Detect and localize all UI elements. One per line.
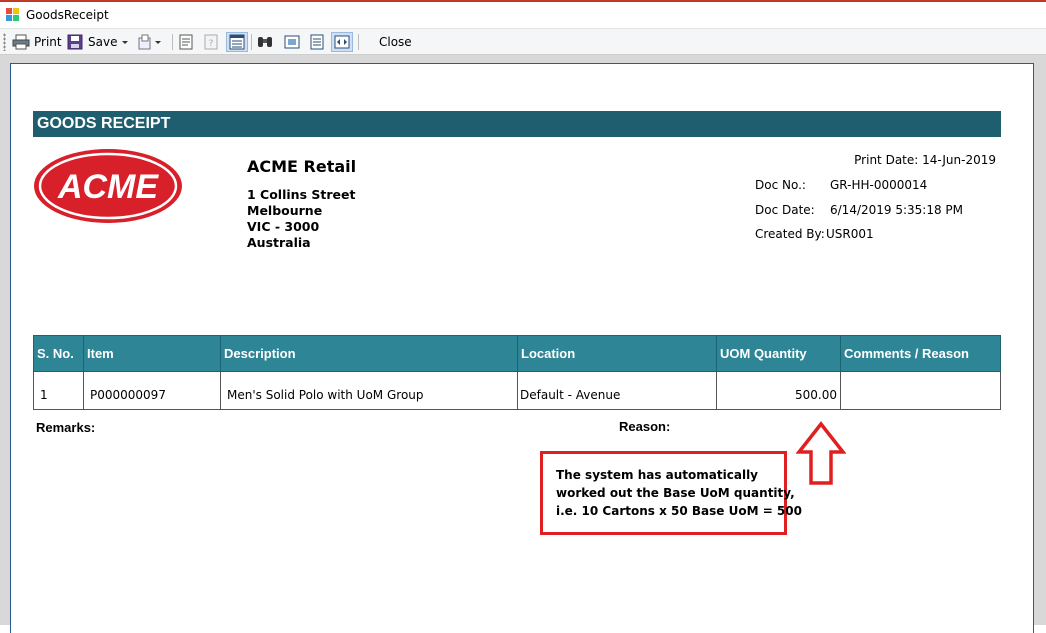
address-line: 1 Collins Street bbox=[247, 187, 356, 202]
whole-page-icon bbox=[284, 35, 300, 49]
page-setup-icon bbox=[179, 34, 193, 50]
company-logo: ACME bbox=[34, 149, 182, 223]
toolbar-separator bbox=[358, 34, 359, 50]
save-dropdown-button[interactable] bbox=[121, 32, 129, 52]
chevron-down-icon bbox=[155, 41, 161, 44]
page-setup-button[interactable] bbox=[178, 32, 194, 52]
save-button[interactable]: Save bbox=[67, 32, 117, 52]
report-banner: GOODS RECEIPT bbox=[33, 111, 1001, 137]
report-toolbar: Print Save ? Close bbox=[0, 28, 1046, 55]
parameters-icon: ? bbox=[204, 34, 218, 50]
app-icon bbox=[6, 8, 19, 21]
close-button[interactable]: Close bbox=[379, 32, 412, 52]
annotation-line: The system has automatically bbox=[556, 468, 759, 482]
annotation-callout: The system has automatically worked out … bbox=[540, 451, 802, 535]
document-map-icon bbox=[229, 34, 245, 50]
column-header: S. No. bbox=[34, 336, 84, 371]
zoom-whole-page-button[interactable] bbox=[284, 32, 300, 52]
table-header: S. No. Item Description Location UOM Qua… bbox=[33, 335, 1001, 372]
reason-label: Reason: bbox=[619, 419, 671, 434]
floppy-disk-icon bbox=[67, 34, 83, 50]
remarks-label: Remarks: bbox=[36, 420, 96, 435]
export-button[interactable] bbox=[136, 32, 162, 52]
svg-text:ACME: ACME bbox=[57, 168, 159, 206]
column-header: Comments / Reason bbox=[844, 346, 969, 361]
annotation-line: worked out the Base UoM quantity, bbox=[556, 486, 795, 500]
cell-location: Default - Avenue bbox=[518, 372, 717, 409]
up-arrow-annotation bbox=[796, 421, 846, 485]
find-button[interactable] bbox=[256, 32, 274, 52]
toolbar-separator bbox=[251, 34, 252, 50]
export-icon bbox=[138, 34, 151, 50]
cell-uom-quantity: 500.00 bbox=[717, 372, 841, 409]
document-map-button[interactable] bbox=[226, 32, 248, 52]
created-by-value: USR001 bbox=[826, 227, 874, 241]
print-label: Print bbox=[34, 35, 62, 49]
column-header: Description bbox=[221, 336, 518, 371]
table-row: 1 P000000097 Men's Solid Polo with UoM G… bbox=[33, 372, 1001, 410]
annotation-line: i.e. 10 Cartons x 50 Base UoM = 500 bbox=[556, 504, 802, 518]
window-title: GoodsReceipt bbox=[26, 8, 109, 22]
doc-date-label: Doc Date: bbox=[755, 203, 815, 217]
doc-no-value: GR-HH-0000014 bbox=[830, 178, 928, 192]
doc-date-value: 6/14/2019 5:35:18 PM bbox=[830, 203, 964, 217]
print-button[interactable]: Print bbox=[12, 32, 62, 52]
print-date: Print Date: 14-Jun-2019 bbox=[854, 153, 996, 167]
column-header: Item bbox=[84, 336, 221, 371]
toolbar-grip[interactable] bbox=[3, 33, 6, 51]
page-width-icon bbox=[310, 34, 324, 50]
printer-icon bbox=[12, 34, 30, 50]
toolbar-separator bbox=[172, 34, 173, 50]
report-viewer[interactable]: GOODS RECEIPT ACME ACME Retail 1 Collins… bbox=[0, 55, 1046, 633]
address-line: Melbourne bbox=[247, 203, 323, 218]
created-by-label: Created By: bbox=[755, 227, 825, 241]
column-header: UOM Quantity bbox=[717, 336, 841, 371]
cell-sno: 1 bbox=[34, 372, 84, 409]
svg-text:?: ? bbox=[209, 39, 214, 49]
close-label: Close bbox=[379, 35, 412, 49]
doc-no-label: Doc No.: bbox=[755, 178, 806, 192]
save-label: Save bbox=[88, 35, 118, 49]
parameters-button[interactable]: ? bbox=[203, 32, 219, 52]
address-line: VIC - 3000 bbox=[247, 219, 320, 234]
fit-window-icon bbox=[334, 35, 350, 49]
cell-comments bbox=[841, 372, 1000, 409]
zoom-page-width-button[interactable] bbox=[309, 32, 325, 52]
chevron-down-icon bbox=[122, 41, 128, 44]
cell-description: Men's Solid Polo with UoM Group bbox=[221, 372, 518, 409]
address-line: Australia bbox=[247, 235, 311, 250]
binoculars-icon bbox=[258, 37, 272, 47]
cell-item: P000000097 bbox=[84, 372, 221, 409]
fit-to-window-button[interactable] bbox=[331, 32, 353, 52]
report-page: GOODS RECEIPT ACME ACME Retail 1 Collins… bbox=[10, 63, 1034, 633]
title-bar: GoodsReceipt bbox=[0, 0, 1046, 28]
company-name: ACME Retail bbox=[247, 157, 357, 176]
column-header: Location bbox=[518, 336, 717, 371]
